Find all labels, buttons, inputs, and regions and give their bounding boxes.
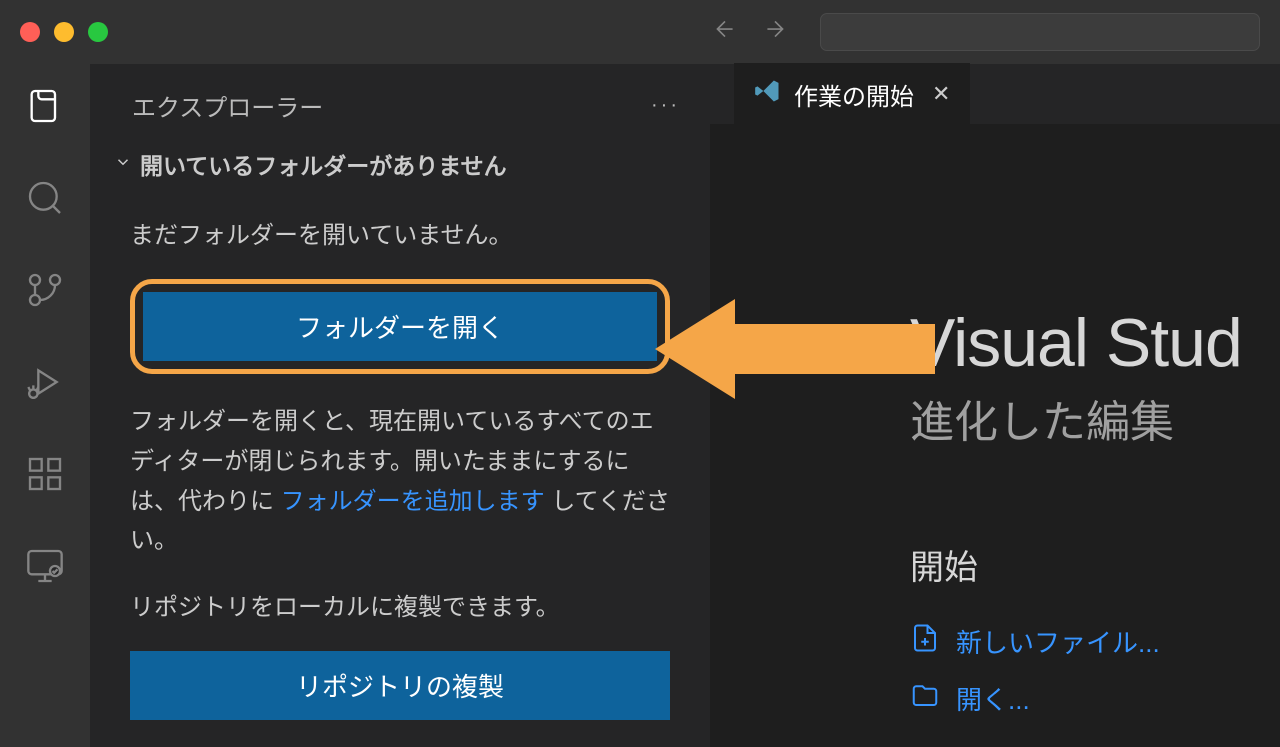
explorer-icon[interactable] xyxy=(23,84,67,128)
tab-get-started[interactable]: 作業の開始 ✕ xyxy=(734,63,970,126)
source-control-icon[interactable] xyxy=(23,268,67,312)
new-file-label: 新しいファイル... xyxy=(956,623,1160,660)
sidebar-title: エクスプローラー xyxy=(132,88,323,123)
search-icon[interactable] xyxy=(23,176,67,220)
new-file-link[interactable]: 新しいファイル... xyxy=(910,623,1280,660)
run-debug-icon[interactable] xyxy=(23,360,67,404)
titlebar xyxy=(0,0,1280,64)
nav-forward-icon[interactable] xyxy=(762,16,788,49)
open-link[interactable]: 開く... xyxy=(910,680,1280,717)
chevron-down-icon xyxy=(114,153,132,176)
nav-back-icon[interactable] xyxy=(712,16,738,49)
section-header[interactable]: 開いているフォルダーがありません xyxy=(90,147,710,201)
command-center-search[interactable] xyxy=(820,13,1260,51)
tab-label: 作業の開始 xyxy=(794,77,914,112)
highlight-annotation: フォルダーを開く xyxy=(130,279,670,374)
minimize-window-button[interactable] xyxy=(54,22,74,42)
welcome-subtitle: 進化した編集 xyxy=(910,386,1280,450)
activity-bar xyxy=(0,64,90,747)
welcome-page: Visual Stud 進化した編集 開始 新しいファイル... 開く... xyxy=(710,124,1280,737)
clone-repo-button[interactable]: リポジトリの複製 xyxy=(130,651,670,720)
close-window-button[interactable] xyxy=(20,22,40,42)
start-heading: 開始 xyxy=(910,540,1280,589)
explorer-sidebar: エクスプローラー ··· 開いているフォルダーがありません まだフォルダーを開い… xyxy=(90,64,710,747)
add-folder-link[interactable]: フォルダーを追加します xyxy=(281,488,545,515)
clone-message: リポジトリをローカルに複製できます。 xyxy=(130,589,670,627)
open-folder-description: フォルダーを開くと、現在開いているすべてのエディターが閉じられます。開いたままに… xyxy=(130,402,670,560)
close-icon[interactable]: ✕ xyxy=(932,81,950,107)
tab-bar: 作業の開始 ✕ xyxy=(710,64,1280,124)
open-label: 開く... xyxy=(956,680,1030,717)
nav-arrows xyxy=(712,16,808,49)
new-file-icon xyxy=(910,623,940,660)
vscode-icon xyxy=(754,77,782,112)
editor-area: 作業の開始 ✕ Visual Stud 進化した編集 開始 新しいファイル...… xyxy=(710,64,1280,747)
folder-open-icon xyxy=(910,680,940,717)
window-controls xyxy=(20,22,108,42)
no-folder-message: まだフォルダーを開いていません。 xyxy=(130,217,670,255)
welcome-title: Visual Stud xyxy=(910,304,1280,382)
extensions-icon[interactable] xyxy=(23,452,67,496)
remote-icon[interactable] xyxy=(23,544,67,588)
section-header-label: 開いているフォルダーがありません xyxy=(140,147,507,181)
maximize-window-button[interactable] xyxy=(88,22,108,42)
open-folder-button[interactable]: フォルダーを開く xyxy=(143,292,657,361)
more-actions-icon[interactable]: ··· xyxy=(651,94,680,117)
